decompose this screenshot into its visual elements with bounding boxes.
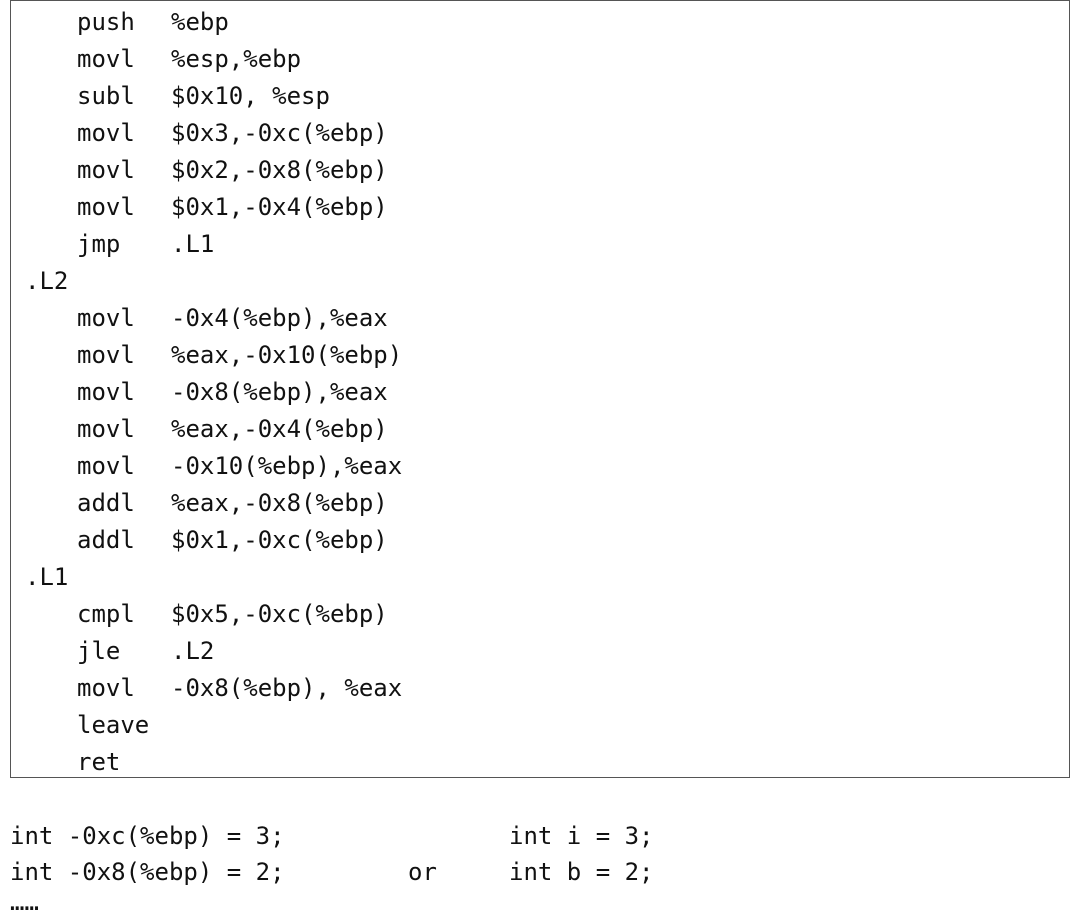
asm-operand: $0x2,-0x8(%ebp) (171, 156, 388, 184)
asm-mnemonic: movl (77, 119, 135, 147)
asm-mnemonic: movl (77, 378, 135, 406)
note-var-i: int i = 3; (509, 822, 654, 850)
asm-operand: %eax,-0x8(%ebp) (171, 489, 388, 517)
asm-operand: $0x1,-0x4(%ebp) (171, 193, 388, 221)
asm-operand: $0x10, %esp (171, 82, 330, 110)
asm-mnemonic: jle (77, 637, 121, 665)
asm-label-line: .L2 (11, 263, 1069, 300)
asm-instruction-line: leave (11, 707, 1069, 744)
asm-mnemonic: addl (77, 526, 135, 554)
asm-operand: -0x8(%ebp), %eax (171, 674, 403, 702)
note-or: or (408, 858, 437, 886)
asm-mnemonic: push (77, 8, 135, 36)
asm-mnemonic: movl (77, 45, 135, 73)
asm-operand: %eax,-0x4(%ebp) (171, 415, 388, 443)
asm-operand: -0x8(%ebp),%eax (171, 378, 388, 406)
asm-instruction-line: movl %esp,%ebp (11, 41, 1069, 78)
asm-instruction-line: movl -0x4(%ebp),%eax (11, 300, 1069, 337)
asm-operand: %ebp (171, 8, 229, 36)
asm-operand: -0x10(%ebp),%eax (171, 452, 403, 480)
asm-label-line: .L1 (11, 559, 1069, 596)
asm-mnemonic: movl (77, 452, 135, 480)
note-stack-var-c: int -0xc(%ebp) = 3; (10, 822, 285, 850)
asm-instruction-line: movl $0x3,-0xc(%ebp) (11, 115, 1069, 152)
asm-mnemonic: movl (77, 156, 135, 184)
asm-instruction-line: subl $0x10, %esp (11, 78, 1069, 115)
asm-instruction-line: movl %eax,-0x10(%ebp) (11, 337, 1069, 374)
asm-mnemonic: movl (77, 415, 135, 443)
asm-operand: .L1 (171, 230, 215, 258)
asm-operand: .L2 (171, 637, 215, 665)
asm-instruction-line: movl -0x8(%ebp),%eax (11, 374, 1069, 411)
asm-instruction-line: movl %eax,-0x4(%ebp) (11, 411, 1069, 448)
asm-mnemonic: movl (77, 193, 135, 221)
asm-operand: $0x3,-0xc(%ebp) (171, 119, 388, 147)
asm-mnemonic: addl (77, 489, 135, 517)
asm-instruction-line: jle .L2 (11, 633, 1069, 670)
asm-instruction-line: ret (11, 744, 1069, 781)
asm-operand: %eax,-0x10(%ebp) (171, 341, 403, 369)
asm-instruction-line: jmp .L1 (11, 226, 1069, 263)
asm-instruction-line: addl %eax,-0x8(%ebp) (11, 485, 1069, 522)
asm-mnemonic: cmpl (77, 600, 135, 628)
asm-label: .L2 (25, 267, 69, 295)
asm-mnemonic: movl (77, 674, 135, 702)
asm-instruction-line: movl -0x10(%ebp),%eax (11, 448, 1069, 485)
asm-mnemonic: leave (77, 711, 150, 739)
asm-mnemonic: jmp (77, 230, 121, 258)
asm-instruction-line: addl $0x1,-0xc(%ebp) (11, 522, 1069, 559)
note-ellipsis: …… (10, 888, 39, 916)
asm-mnemonic: ret (77, 748, 121, 776)
asm-operand: $0x1,-0xc(%ebp) (171, 526, 388, 554)
asm-operand: $0x5,-0xc(%ebp) (171, 600, 388, 628)
asm-mnemonic: movl (77, 341, 135, 369)
asm-operand: -0x4(%ebp),%eax (171, 304, 388, 332)
asm-label: .L1 (25, 563, 69, 591)
asm-mnemonic: movl (77, 304, 135, 332)
note-var-b: int b = 2; (509, 858, 654, 886)
asm-instruction-line: push %ebp (11, 4, 1069, 41)
asm-mnemonic: subl (77, 82, 135, 110)
asm-instruction-line: cmpl $0x5,-0xc(%ebp) (11, 596, 1069, 633)
asm-instruction-line: movl $0x1,-0x4(%ebp) (11, 189, 1069, 226)
note-stack-var-8: int -0x8(%ebp) = 2; (10, 858, 285, 886)
asm-instruction-line: movl $0x2,-0x8(%ebp) (11, 152, 1069, 189)
asm-operand: %esp,%ebp (171, 45, 302, 73)
assembly-listing: push %ebp movl %esp,%ebp subl $0x10, %esp movl… (10, 0, 1070, 778)
asm-instruction-line: movl -0x8(%ebp), %eax (11, 670, 1069, 707)
